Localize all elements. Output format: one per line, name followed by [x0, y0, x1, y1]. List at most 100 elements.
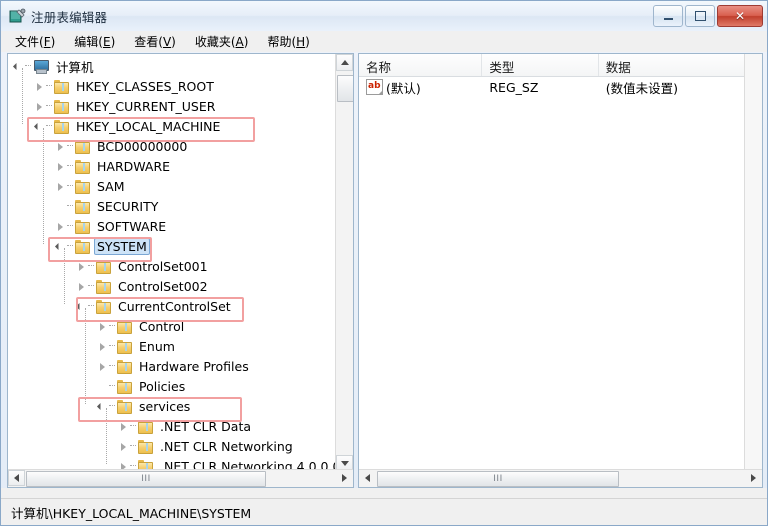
tree-item-label: ControlSet001: [118, 258, 208, 274]
tree-horizontal-scrollbar[interactable]: III: [8, 469, 353, 487]
value-scroll-right-button[interactable]: [745, 470, 762, 486]
tree-hscrollbar-thumb[interactable]: III: [26, 471, 266, 487]
menu-view[interactable]: 查看(V): [130, 31, 185, 52]
tree-connector: [46, 125, 52, 127]
column-header-type[interactable]: 类型: [482, 54, 599, 76]
expand-arrow-icon[interactable]: [54, 160, 67, 173]
folder-icon: [95, 299, 111, 314]
tree-connector: [67, 245, 73, 247]
folder-icon: [95, 279, 111, 294]
menu-edit-accel: E: [102, 35, 111, 49]
tree-item-system[interactable]: SYSTEM: [54, 236, 150, 256]
scrollbar-grip-icon: III: [493, 473, 503, 484]
tree-item-services[interactable]: services: [96, 396, 193, 416]
expand-arrow-icon[interactable]: [96, 320, 109, 333]
close-button[interactable]: ✕: [717, 5, 763, 27]
tree-item-hkey-classes-root[interactable]: HKEY_CLASSES_ROOT: [33, 76, 217, 96]
expand-arrow-icon[interactable]: [96, 360, 109, 373]
expand-arrow-icon[interactable]: [96, 340, 109, 353]
folder-icon: [116, 319, 132, 334]
folder-icon: [74, 239, 90, 254]
tree-item-currentcontrolset[interactable]: CurrentControlSet: [75, 296, 234, 316]
tree-item-label: HARDWARE: [97, 158, 171, 174]
tree-item-controlset002[interactable]: ControlSet002: [75, 276, 211, 296]
menu-favorites[interactable]: 收藏夹(A): [191, 31, 258, 52]
collapse-arrow-icon[interactable]: [54, 240, 67, 253]
value-scroll-left-button[interactable]: [359, 470, 376, 486]
tree-scroll-up-button[interactable]: [336, 54, 353, 71]
registry-tree[interactable]: 计算机 HKEY_CLASSES_ROOT HKEY_CURRENT_USER HKE…: [8, 54, 337, 470]
value-hscrollbar-thumb[interactable]: III: [377, 471, 619, 487]
value-name-label: (默认): [386, 80, 421, 96]
tree-item-controlset001[interactable]: ControlSet001: [75, 256, 211, 276]
menu-help[interactable]: 帮助(H): [263, 31, 318, 52]
scroll-left-icon: [365, 474, 370, 482]
scroll-up-icon: [340, 60, 349, 65]
tree-scroll-right-button[interactable]: [336, 470, 353, 486]
tree-connector: [109, 365, 115, 367]
tree-item-hardware-profiles[interactable]: Hardware Profiles: [96, 356, 252, 376]
value-horizontal-scrollbar[interactable]: III: [359, 469, 762, 487]
expand-arrow-icon[interactable]: [54, 220, 67, 233]
status-path: 计算机\HKEY_LOCAL_MACHINE\SYSTEM: [11, 505, 252, 521]
tree-item-label: HKEY_LOCAL_MACHINE: [76, 118, 221, 134]
expand-arrow-icon[interactable]: [75, 280, 88, 293]
expand-arrow-icon[interactable]: [33, 80, 46, 93]
tree-connector: [130, 425, 136, 427]
expand-arrow-icon[interactable]: [117, 440, 130, 453]
expand-arrow-icon[interactable]: [54, 140, 67, 153]
maximize-button[interactable]: [685, 5, 715, 27]
menu-edit-label: 编辑(: [74, 35, 103, 49]
tree-connector: [46, 85, 52, 87]
collapse-arrow-icon[interactable]: [33, 120, 46, 133]
expand-arrow-icon[interactable]: [117, 420, 130, 433]
tree-item-hkey-local-machine[interactable]: HKEY_LOCAL_MACHINE: [33, 116, 223, 136]
tree-item-software[interactable]: SOFTWARE: [54, 216, 169, 236]
column-header-data[interactable]: 数据: [599, 54, 745, 76]
folder-icon: [74, 219, 90, 234]
menu-favorites-accel: A: [235, 35, 244, 49]
tree-connector: [88, 265, 94, 267]
tree-item-net-clr-data[interactable]: .NET CLR Data: [117, 416, 254, 436]
window-controls: ✕: [653, 5, 763, 27]
menu-file-label: 文件(: [15, 35, 44, 49]
table-row[interactable]: ab (默认) REG_SZ (数值未设置): [359, 76, 745, 98]
registry-editor-window: 注册表编辑器 ✕ 文件(F) 编辑(E) 查看(V) 收藏夹(A) 帮助(H) …: [0, 0, 768, 526]
tree-item-control[interactable]: Control: [96, 316, 187, 336]
tree-connector: [130, 445, 136, 447]
tree-item-sam[interactable]: SAM: [54, 176, 128, 196]
expand-arrow-icon[interactable]: [33, 100, 46, 113]
tree-item-bcd00000000[interactable]: BCD00000000: [54, 136, 190, 156]
scroll-left-icon: [14, 474, 19, 482]
collapse-arrow-icon[interactable]: [75, 300, 88, 313]
tree-guide-line: [22, 68, 23, 124]
expand-arrow-icon[interactable]: [75, 260, 88, 273]
minimize-button[interactable]: [653, 5, 683, 27]
collapse-arrow-icon[interactable]: [12, 60, 25, 73]
expand-arrow-icon[interactable]: [54, 180, 67, 193]
tree-connector: [67, 225, 73, 227]
title-bar: 注册表编辑器 ✕: [1, 1, 767, 32]
tree-connector: [109, 345, 115, 347]
value-vertical-scrollbar[interactable]: [744, 54, 762, 472]
tree-item-hardware[interactable]: HARDWARE: [54, 156, 173, 176]
tree-item-net-clr-networking-4-0-0-0[interactable]: .NET CLR Networking 4.0.0.0: [117, 456, 337, 470]
tree-item-net-clr-networking[interactable]: .NET CLR Networking: [117, 436, 296, 456]
tree-item-policies[interactable]: Policies: [96, 376, 188, 396]
maximize-icon: [694, 11, 706, 21]
tree-item-hkey-current-user[interactable]: HKEY_CURRENT_USER: [33, 96, 218, 116]
menu-help-accel: H: [296, 35, 306, 49]
collapse-arrow-icon[interactable]: [96, 400, 109, 413]
column-header-name[interactable]: 名称: [359, 54, 483, 76]
menu-file[interactable]: 文件(F): [11, 31, 64, 52]
tree-item-security[interactable]: SECURITY: [54, 196, 161, 216]
tree-vertical-scrollbar[interactable]: [335, 54, 353, 472]
tree-scroll-left-button[interactable]: [8, 470, 25, 486]
tree-scrollbar-thumb[interactable]: [337, 75, 353, 102]
scrollbar-grip-icon: III: [141, 473, 151, 484]
menu-edit[interactable]: 编辑(E): [70, 31, 124, 52]
tree-connector: [88, 305, 94, 307]
tree-item-[interactable]: 计算机: [12, 56, 97, 76]
tree-item-enum[interactable]: Enum: [96, 336, 178, 356]
menu-view-accel: V: [162, 35, 172, 49]
